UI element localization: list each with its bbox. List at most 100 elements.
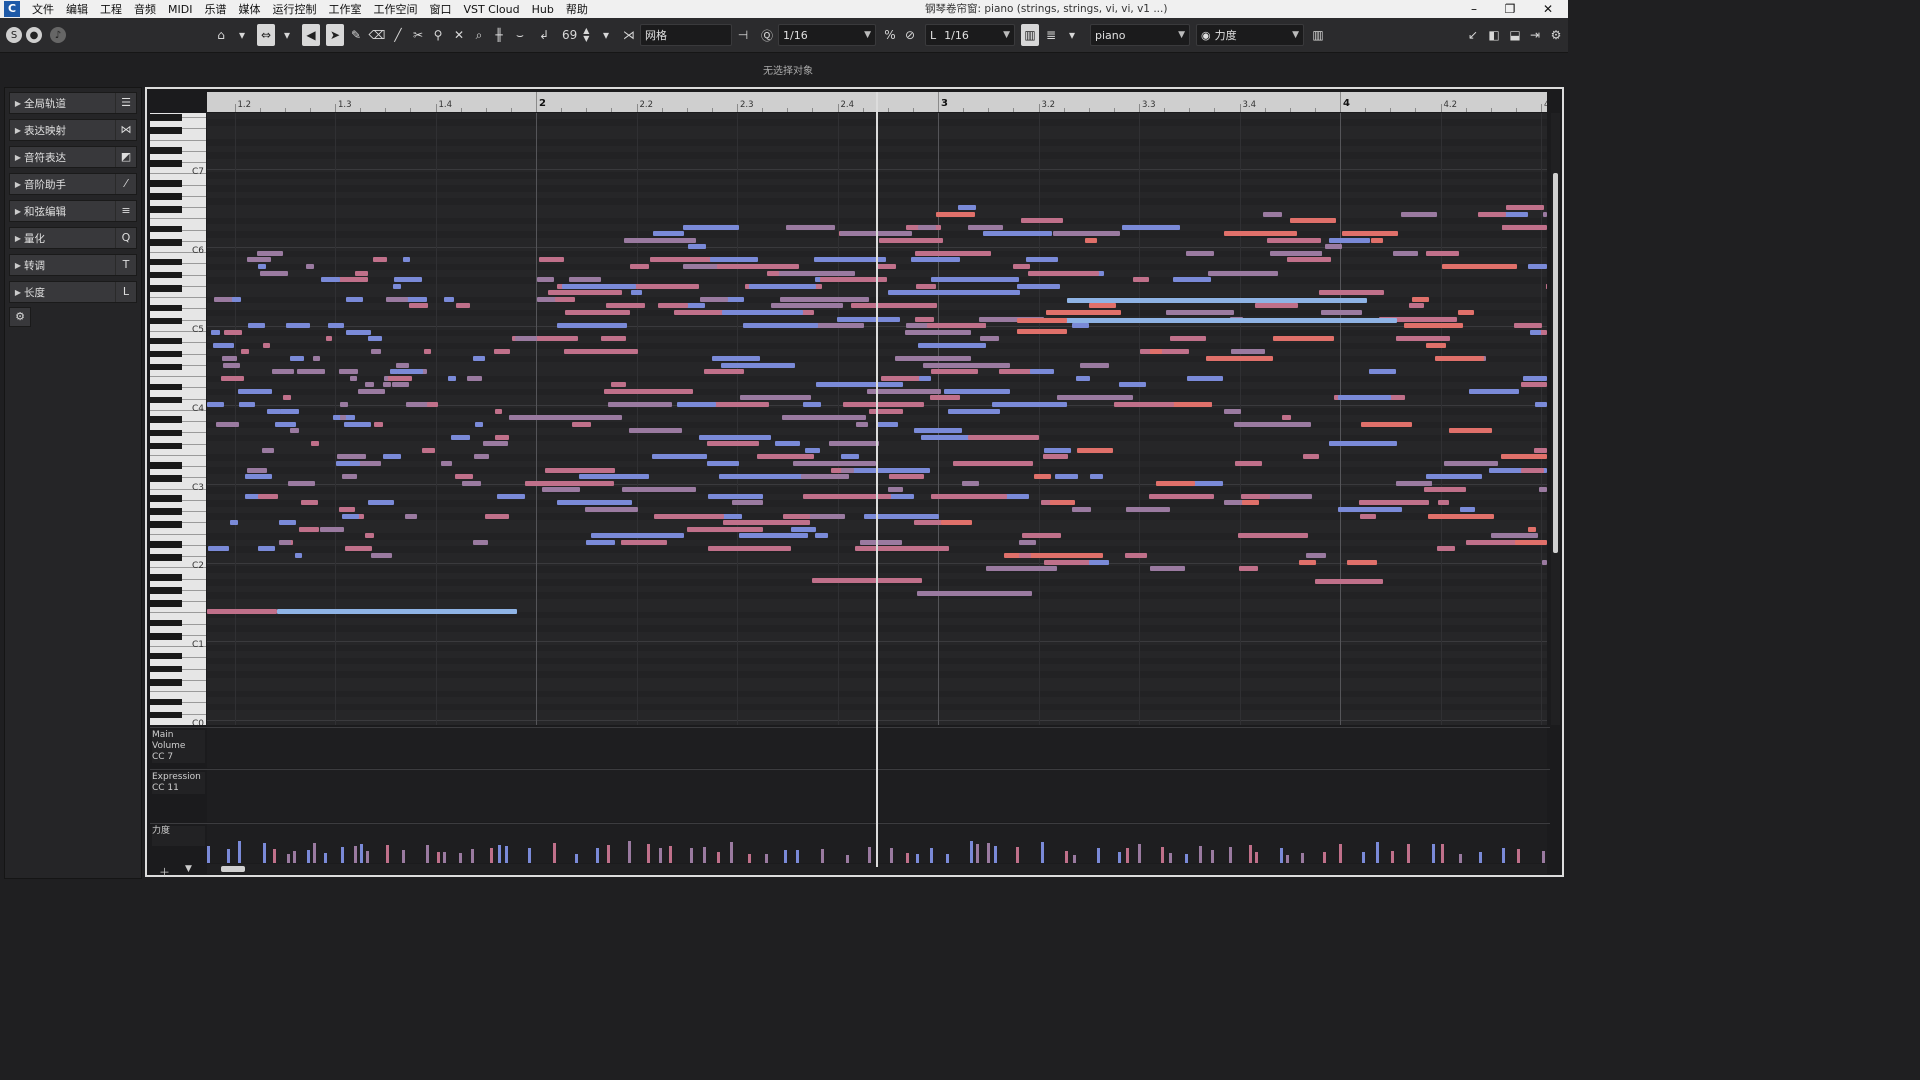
midi-note[interactable] — [749, 283, 817, 289]
velocity-bar[interactable] — [1441, 844, 1444, 863]
midi-note[interactable] — [608, 401, 673, 407]
velocity-bar[interactable] — [748, 853, 751, 863]
midi-note[interactable] — [286, 323, 311, 329]
midi-note[interactable] — [948, 408, 1001, 414]
close-icon[interactable]: ✕ — [1530, 0, 1566, 18]
midi-note[interactable] — [391, 382, 409, 388]
iterative-quantize-button[interactable]: % — [881, 24, 899, 46]
vertical-scrollbar[interactable] — [1551, 113, 1560, 725]
midi-note[interactable] — [483, 441, 509, 447]
velocity-bar[interactable] — [263, 843, 266, 863]
velocity-bar[interactable] — [1323, 851, 1326, 863]
midi-note[interactable] — [1478, 211, 1507, 217]
midi-note[interactable] — [816, 382, 903, 388]
midi-note[interactable] — [792, 461, 876, 467]
cubase-logo-icon[interactable]: C — [4, 1, 20, 17]
midi-note[interactable] — [259, 270, 289, 276]
velocity-bar[interactable] — [916, 854, 919, 863]
midi-note[interactable] — [767, 270, 780, 276]
velocity-bar[interactable] — [1199, 845, 1202, 863]
midi-note[interactable] — [447, 375, 456, 381]
midi-note[interactable] — [475, 421, 484, 427]
midi-note[interactable] — [1267, 237, 1322, 243]
midi-note[interactable] — [1539, 487, 1547, 493]
quantize-preset-select[interactable]: 1/16 ▼ — [778, 24, 876, 46]
midi-note[interactable] — [905, 329, 972, 335]
inspector-section-chord-editing[interactable]: ▶ 和弦编辑 ≡ — [9, 200, 137, 222]
menu-midi[interactable]: MIDI — [162, 3, 198, 16]
midi-note[interactable] — [1125, 552, 1148, 558]
midi-note[interactable] — [876, 421, 899, 427]
midi-note[interactable] — [321, 277, 340, 283]
midi-note[interactable] — [791, 526, 817, 532]
midi-note[interactable] — [621, 487, 697, 493]
midi-note[interactable] — [739, 395, 811, 401]
midi-note[interactable] — [1369, 369, 1396, 375]
velocity-bar[interactable] — [238, 841, 241, 863]
velocity-bar[interactable] — [796, 850, 799, 863]
velocity-bar[interactable] — [575, 854, 578, 863]
midi-note[interactable] — [1534, 447, 1547, 453]
velocity-bar[interactable] — [553, 842, 556, 863]
velocity-bar[interactable] — [690, 848, 693, 863]
midi-note[interactable] — [1529, 329, 1542, 335]
midi-note[interactable] — [422, 447, 435, 453]
midi-note[interactable] — [245, 474, 272, 480]
midi-note[interactable] — [237, 388, 263, 394]
velocity-bar[interactable] — [1286, 854, 1289, 863]
midi-note[interactable] — [1113, 401, 1174, 407]
midi-note[interactable] — [283, 395, 292, 401]
midi-note[interactable] — [1089, 303, 1116, 309]
velocity-bar[interactable] — [287, 854, 290, 863]
menu-transport[interactable]: 运行控制 — [266, 1, 322, 17]
velocity-bar[interactable] — [313, 842, 316, 863]
current-track-select[interactable]: piano ▼ — [1090, 24, 1190, 46]
midi-note[interactable] — [1358, 500, 1430, 506]
midi-note[interactable] — [923, 362, 1010, 368]
insert-velocity-value[interactable]: 69 ▲ ▼ — [556, 24, 596, 46]
midi-note[interactable] — [1404, 323, 1464, 329]
midi-note[interactable] — [277, 609, 517, 614]
midi-note[interactable] — [215, 421, 239, 427]
midi-note[interactable] — [1523, 375, 1547, 381]
midi-note[interactable] — [1047, 318, 1397, 323]
midi-note[interactable] — [717, 264, 799, 270]
midi-note[interactable] — [1187, 375, 1224, 381]
velocity-bar[interactable] — [354, 845, 357, 863]
midi-note[interactable] — [781, 415, 866, 421]
velocity-bar[interactable] — [437, 852, 440, 863]
midi-note[interactable] — [913, 520, 942, 526]
midi-note[interactable] — [628, 428, 683, 434]
midi-note[interactable] — [837, 316, 901, 322]
velocity-bar[interactable] — [1169, 852, 1172, 863]
midi-note[interactable] — [1156, 480, 1196, 486]
minimize-icon[interactable]: – — [1456, 0, 1492, 18]
midi-note[interactable] — [1205, 355, 1273, 361]
midi-note[interactable] — [1054, 474, 1079, 480]
midi-note[interactable] — [1128, 382, 1146, 388]
velocity-bar[interactable] — [1479, 852, 1482, 863]
record-toggle[interactable]: ● — [25, 24, 43, 46]
midi-note[interactable] — [1021, 533, 1062, 539]
midi-note[interactable] — [495, 434, 510, 440]
velocity-bar[interactable] — [1280, 847, 1283, 863]
midi-note[interactable] — [700, 526, 763, 532]
midi-note[interactable] — [846, 467, 931, 473]
midi-note[interactable] — [247, 467, 268, 473]
midi-note[interactable] — [1090, 474, 1103, 480]
speaker-button[interactable]: ◀ — [302, 24, 320, 46]
midi-note[interactable] — [341, 513, 359, 519]
midi-note[interactable] — [262, 447, 274, 453]
midi-note[interactable] — [841, 454, 860, 460]
midi-note[interactable] — [338, 369, 358, 375]
show-right-zone-button[interactable]: ⇥ — [1526, 24, 1544, 46]
velocity-bar[interactable] — [1517, 849, 1520, 863]
midi-note[interactable] — [779, 296, 869, 302]
midi-note[interactable] — [712, 355, 760, 361]
midi-note[interactable] — [1501, 224, 1547, 230]
snap-live-input-button[interactable]: ⊣ — [734, 24, 752, 46]
lane-preset-dropdown[interactable]: ▼ — [185, 864, 192, 874]
midi-note[interactable] — [565, 323, 628, 329]
midi-note[interactable] — [373, 421, 383, 427]
midi-note[interactable] — [958, 204, 976, 210]
